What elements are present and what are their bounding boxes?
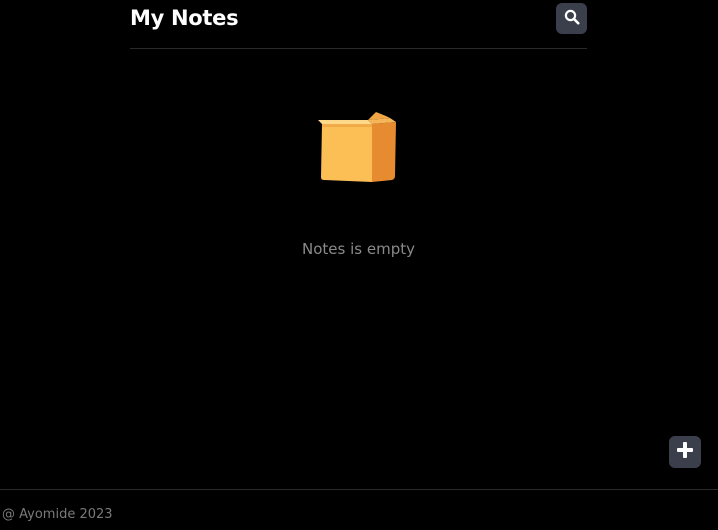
page-title: My Notes [130,6,239,30]
box-icon [130,110,587,186]
header: My Notes [130,0,587,49]
search-icon [564,9,580,29]
search-button[interactable] [556,3,587,34]
notes-app: My Notes Notes is empty @ Ayomide 2023 [0,0,718,530]
empty-message: Notes is empty [302,240,415,258]
main-container: My Notes Notes is empty [130,0,587,258]
footer: @ Ayomide 2023 [0,489,718,530]
add-note-button[interactable] [669,436,701,468]
footer-copyright: @ Ayomide 2023 [2,507,113,522]
empty-state: Notes is empty [130,110,587,258]
plus-icon [676,441,694,463]
